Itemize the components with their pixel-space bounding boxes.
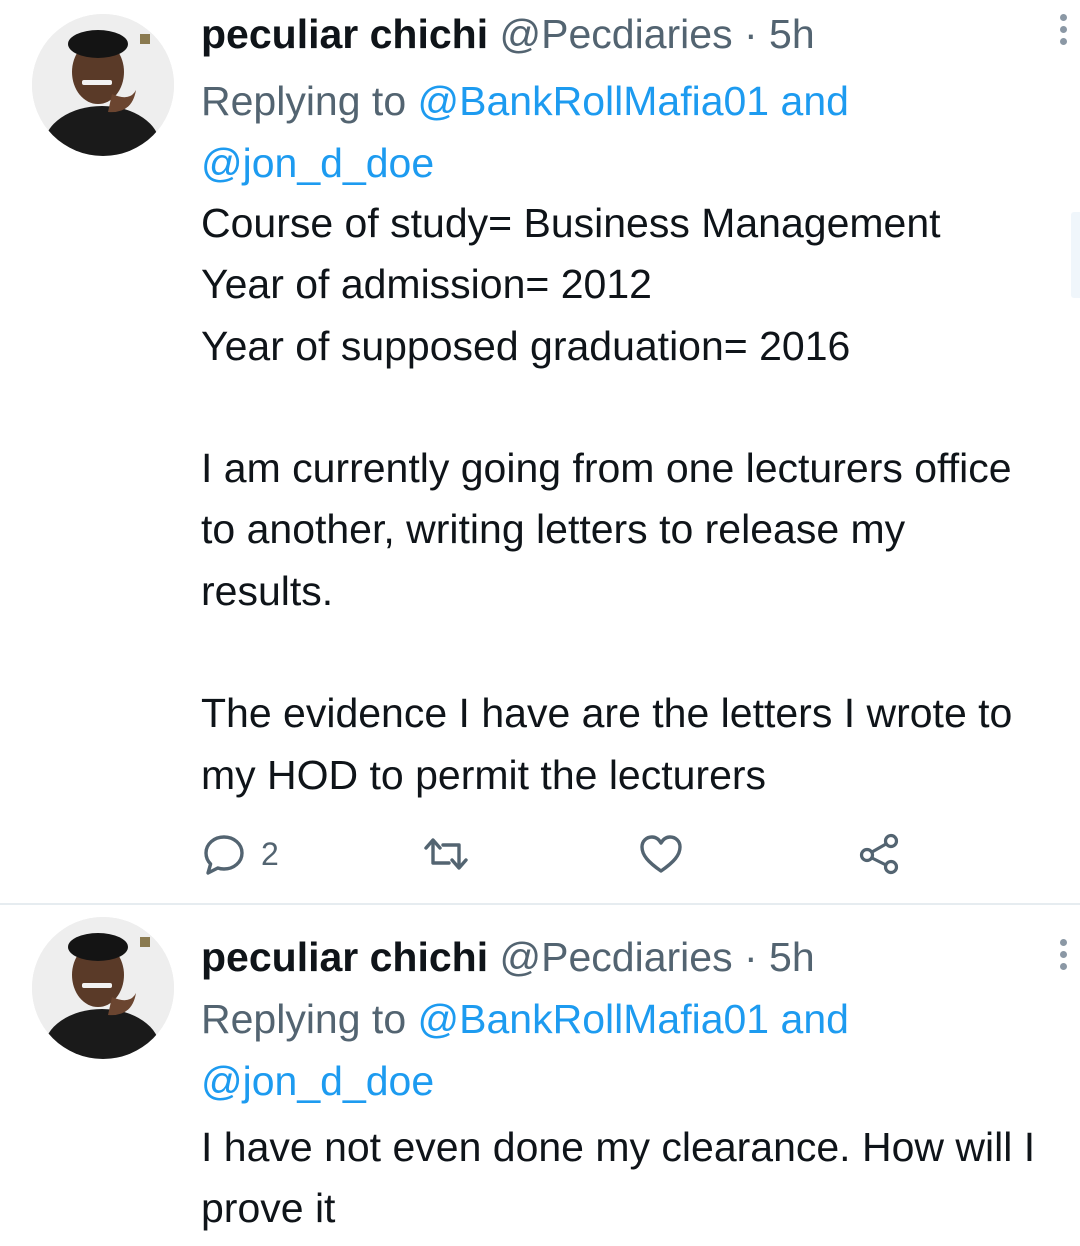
more-options-icon[interactable]: [1056, 939, 1070, 973]
tweet[interactable]: peculiar chichi @Pecdiaries · 5h Replyin…: [0, 0, 1080, 903]
replying-to: Replying to @BankRollMafia01 and @jon_d_…: [201, 70, 1021, 194]
scroll-indicator: [1071, 212, 1080, 298]
replying-prefix: Replying to: [201, 78, 407, 124]
replying-conjunction[interactable]: and: [781, 78, 849, 124]
author-handle[interactable]: @Pecdiaries: [500, 11, 733, 57]
like-button[interactable]: [638, 826, 684, 882]
reply-icon: [201, 831, 247, 877]
author-name[interactable]: peculiar chichi: [201, 934, 488, 980]
like-icon: [638, 831, 684, 877]
timestamp[interactable]: 5h: [769, 934, 815, 980]
replying-to: Replying to @BankRollMafia01 and @jon_d_…: [201, 988, 1021, 1112]
replying-prefix: Replying to: [201, 996, 407, 1042]
avatar[interactable]: [32, 14, 174, 156]
share-icon: [857, 831, 903, 877]
mention-link[interactable]: @jon_d_doe: [201, 140, 434, 186]
tweet-actions: 2: [201, 826, 921, 882]
tweet-text: I have not even done my clearance. How w…: [201, 1124, 1036, 1232]
share-button[interactable]: [857, 826, 903, 882]
timestamp[interactable]: 5h: [769, 11, 815, 57]
replying-conjunction[interactable]: and: [781, 996, 849, 1042]
tweet-text: Course of study= Business Management Yea…: [201, 200, 1013, 798]
separator-dot: ·: [743, 934, 758, 980]
reply-button[interactable]: 2: [201, 826, 279, 882]
retweet-button[interactable]: [421, 826, 471, 882]
author-name[interactable]: peculiar chichi: [201, 11, 488, 57]
tweet-header: peculiar chichi @Pecdiaries · 5h: [201, 10, 815, 58]
retweet-icon: [421, 831, 471, 877]
avatar[interactable]: [32, 917, 174, 1059]
tweet[interactable]: peculiar chichi @Pecdiaries · 5h Replyin…: [0, 905, 1080, 1246]
author-handle[interactable]: @Pecdiaries: [500, 934, 733, 980]
mention-link[interactable]: @BankRollMafia01: [418, 78, 770, 124]
mention-link[interactable]: @BankRollMafia01: [418, 996, 770, 1042]
reply-count: 2: [261, 835, 279, 872]
mention-link[interactable]: @jon_d_doe: [201, 1058, 434, 1104]
tweet-header: peculiar chichi @Pecdiaries · 5h: [201, 933, 815, 981]
more-options-icon[interactable]: [1056, 14, 1070, 48]
separator-dot: ·: [743, 11, 758, 57]
